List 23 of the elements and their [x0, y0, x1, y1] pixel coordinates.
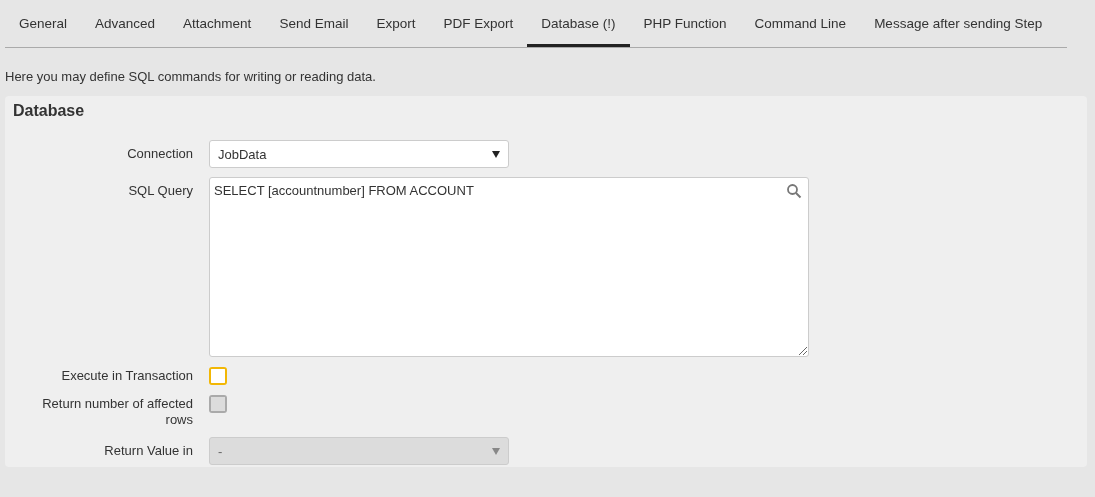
caret-icon — [492, 150, 500, 158]
sql-query-field[interactable]: SELECT [accountnumber] FROM ACCOUNT — [209, 177, 809, 357]
dropdown[interactable]: JobData — [209, 140, 509, 168]
panel-title: Database — [13, 102, 85, 120]
tab[interactable]: Advanced — [81, 0, 170, 47]
tab[interactable]: Send Email — [265, 0, 363, 47]
tab[interactable]: PDF Export — [429, 0, 528, 47]
field-label: Connection — [127, 145, 193, 162]
tab[interactable]: Attachment — [169, 0, 266, 47]
caret-icon — [492, 447, 500, 455]
field-label: SQL Query — [128, 182, 193, 199]
tab[interactable]: Message after sending Step — [860, 0, 1057, 47]
field-label: Return number of affected rows — [41, 395, 193, 428]
tab[interactable]: Database (!) — [527, 0, 630, 47]
tab[interactable]: Export — [362, 0, 430, 47]
tab[interactable]: PHP Function — [629, 0, 741, 47]
field-label: Return Value in — [104, 442, 193, 459]
resize-grip-icon[interactable] — [798, 346, 807, 355]
tab[interactable]: General — [5, 0, 82, 47]
tab[interactable]: Command Line — [740, 0, 861, 47]
description-text: Here you may define SQL commands for writing or reading data. — [5, 69, 376, 84]
search-icon[interactable] — [786, 183, 802, 199]
field-label: Execute in Transaction — [61, 367, 193, 384]
